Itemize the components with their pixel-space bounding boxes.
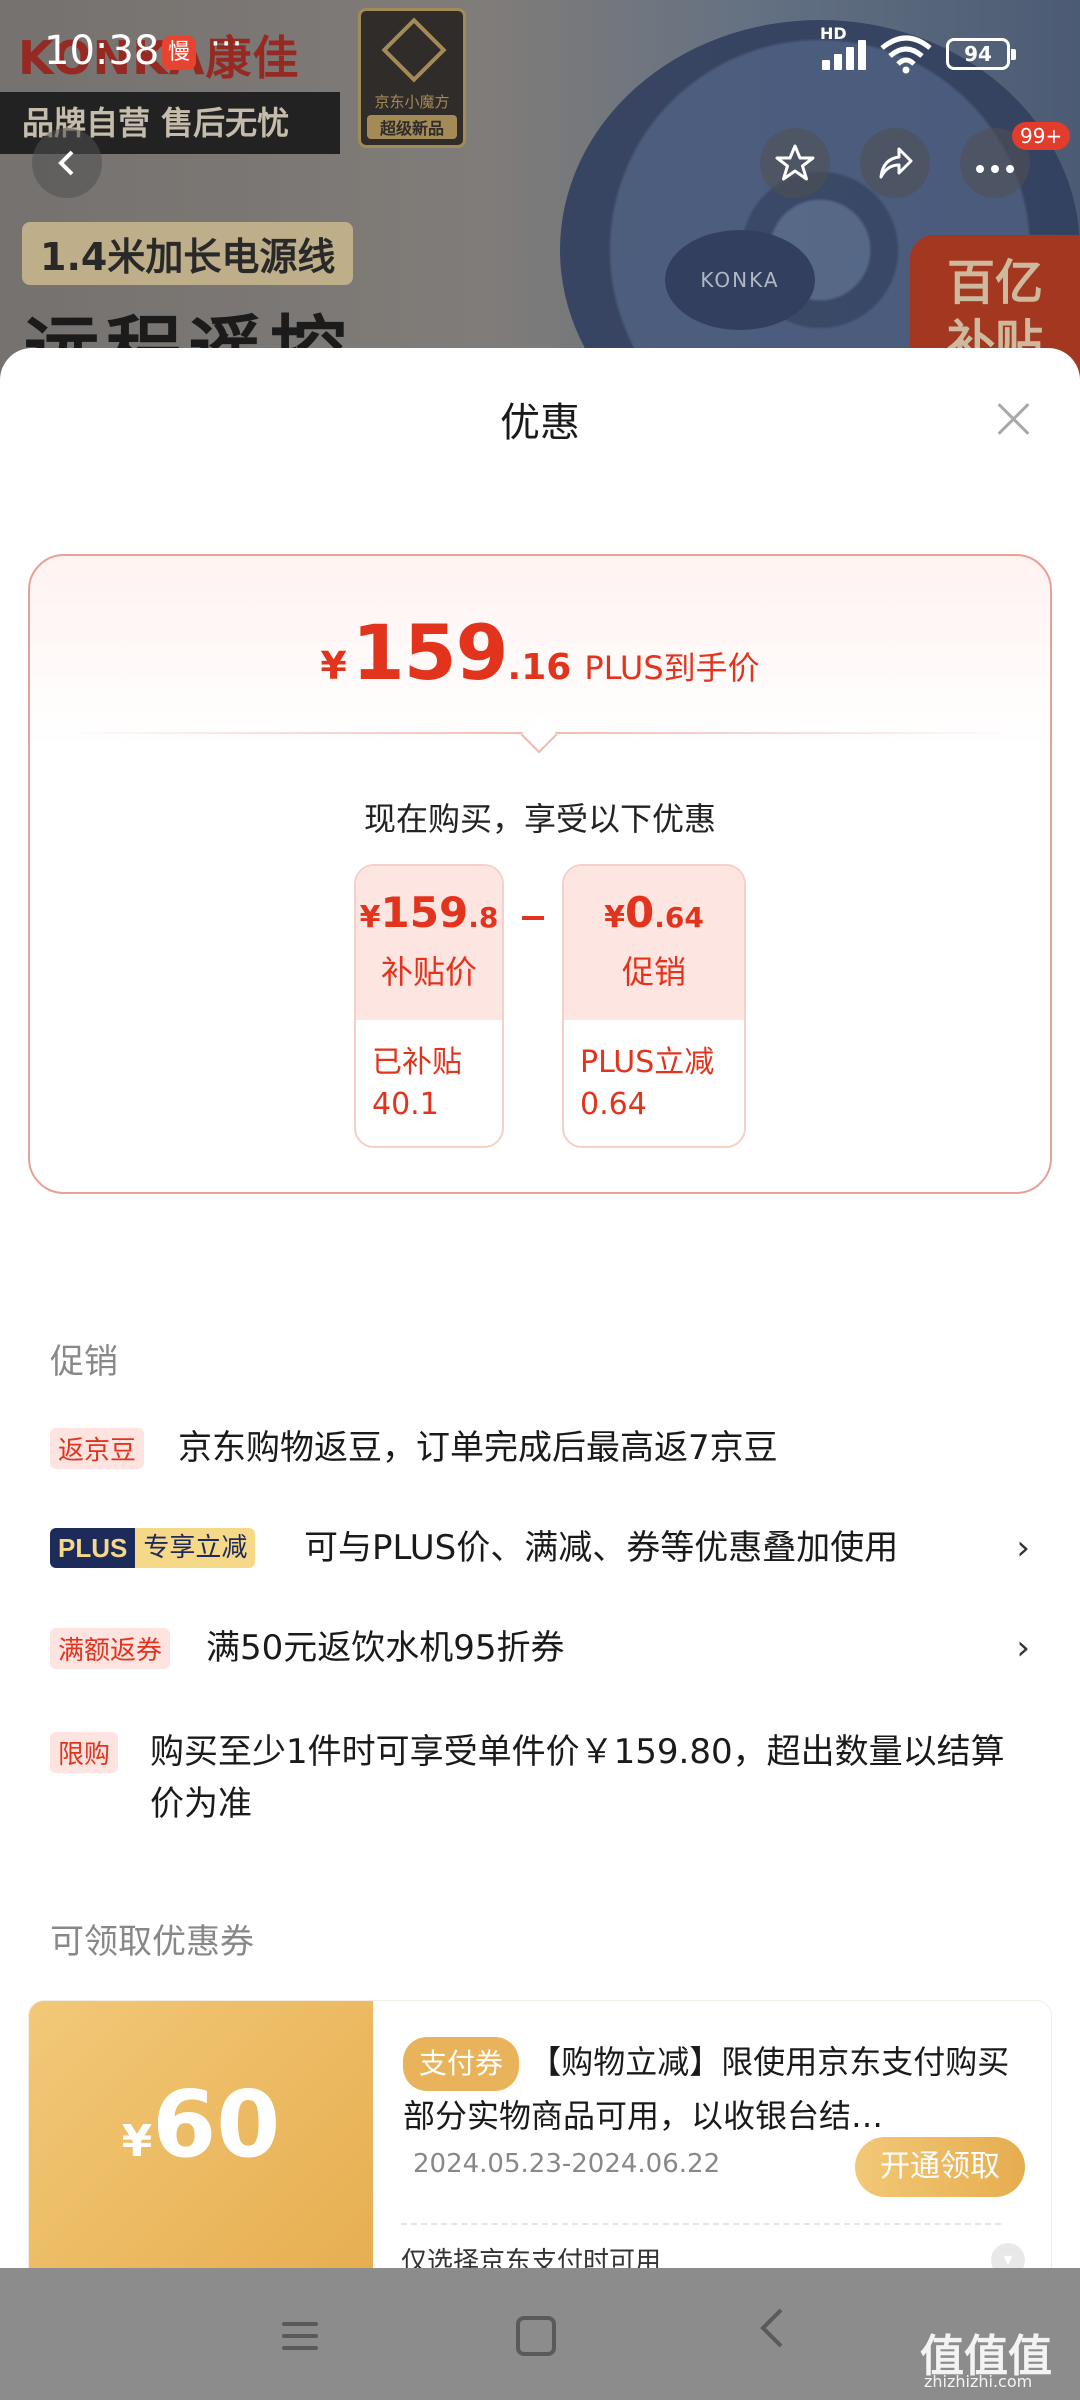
pay-coupon-tag: 支付券: [403, 2037, 520, 2091]
price-integer: 159: [351, 608, 509, 697]
deal-currency: ¥: [604, 900, 626, 935]
star-icon: [775, 144, 815, 181]
favorite-button[interactable]: [760, 128, 830, 198]
price-card: ¥ 159.16 PLUS到手价 现在购买，享受以下优惠 ¥159.8 补贴价 …: [28, 554, 1052, 1194]
discount-sheet: 优惠 ¥ 159.16 PLUS到手价 现在购买，享受以下优惠 ¥159.8 补…: [0, 348, 1080, 2268]
promo-text: 满50元返饮水机95折券: [206, 1628, 565, 1668]
promo-tag: 满额返券: [50, 1628, 171, 1669]
coupon-section-title: 可领取优惠券: [50, 1922, 254, 1962]
claim-coupon-button[interactable]: 开通领取: [855, 2137, 1025, 2197]
price-label: PLUS到手价: [584, 649, 760, 687]
coupon-separator: [401, 2223, 1001, 2225]
clock: 10:38: [44, 28, 160, 74]
more-dots-icon: [976, 165, 1014, 173]
divider-notch: [520, 716, 558, 754]
deal-note: PLUS立减 0.64: [580, 1045, 715, 1122]
chevron-left-icon: [58, 150, 74, 176]
promo-text: 可与PLUS价、满减、券等优惠叠加使用: [304, 1528, 899, 1568]
price-currency: ¥: [320, 644, 347, 688]
deal-label: 补贴价: [380, 953, 477, 991]
deal-value-dec: .64: [654, 901, 704, 934]
menu-icon[interactable]: [270, 2306, 330, 2366]
coupon-card: ¥60 支付券 【购物立减】限使用京东支付购买部分实物商品可用，以收银台结… 2…: [28, 2000, 1052, 2268]
promo-row-jingdou: 返京豆 京东购物返豆，订单完成后最高返7京豆: [50, 1422, 1030, 1474]
plus-label: PLUS: [50, 1528, 136, 1568]
promo-section-title: 促销: [50, 1342, 118, 1382]
more-notifications-icon: ···: [210, 24, 243, 64]
coupon-note: 仅选择京东支付时可用: [401, 2247, 662, 2268]
back-triangle-icon: [760, 2308, 783, 2348]
coupon-amount-panel: ¥60: [29, 2001, 373, 2268]
share-button[interactable]: [860, 128, 930, 198]
coupon-details: 支付券 【购物立减】限使用京东支付购买部分实物商品可用，以收银台结…: [403, 2037, 1033, 2141]
chevron-down-icon[interactable]: ▾: [991, 2243, 1025, 2268]
coupon-currency: ¥: [121, 2116, 153, 2167]
back-nav-button[interactable]: [742, 2306, 802, 2366]
plus-exclusive-tag: PLUS 专享立减: [50, 1528, 256, 1568]
coupon-validity: 2024.05.23-2024.06.22: [413, 2149, 721, 2179]
deal-value-dec: .8: [468, 901, 499, 934]
promo-tag: 返京豆: [50, 1428, 145, 1469]
status-bar: 10:38 慢 ··· HD 94: [0, 0, 1080, 100]
deal-subsidy-price: ¥159.8 补贴价 已补贴 40.1: [354, 864, 504, 1148]
back-button[interactable]: [32, 128, 102, 198]
wifi-icon: [880, 35, 932, 74]
deal-currency: ¥: [359, 900, 381, 935]
battery-icon: 94: [946, 38, 1016, 70]
signal-icon: [822, 38, 872, 70]
plus-final-price: ¥ 159.16 PLUS到手价: [30, 608, 1050, 697]
chevron-right-icon: ›: [1016, 1628, 1030, 1668]
deal-promotion: ¥0.64 促销 PLUS立减 0.64: [562, 864, 746, 1148]
coupon-desc-wrap: 支付券 【购物立减】限使用京东支付购买部分实物商品可用，以收银台结…: [403, 2037, 1033, 2141]
minus-sign: [522, 916, 544, 920]
close-icon[interactable]: [992, 398, 1034, 440]
buy-now-caption: 现在购买，享受以下优惠: [363, 800, 716, 838]
watermark-url: zhizhizhi.com: [924, 2372, 1033, 2391]
promo-text: 购买至少1件时可享受单件价￥159.80，超出数量以结算价为准: [150, 1732, 1005, 1824]
deal-note: 已补贴 40.1: [372, 1045, 462, 1122]
promo-row-coupon-return[interactable]: 满额返券 满50元返饮水机95折券 ›: [50, 1622, 1030, 1674]
deal-value-int: 0: [625, 888, 655, 937]
share-icon: [879, 147, 913, 179]
promo-text: 京东购物返豆，订单完成后最高返7京豆: [178, 1428, 778, 1468]
system-nav-bar: [0, 2268, 1080, 2400]
promo-row-plus[interactable]: PLUS 专享立减 可与PLUS价、满减、券等优惠叠加使用 ›: [50, 1522, 1030, 1574]
deal-value-int: 159: [380, 888, 469, 937]
plus-exclusive-label: 专享立减: [135, 1528, 256, 1568]
chevron-right-icon: ›: [1016, 1528, 1030, 1568]
home-square-icon[interactable]: [516, 2316, 556, 2356]
promo-tag: 限购: [50, 1732, 119, 1773]
message-count-badge: 99+: [1012, 122, 1071, 150]
promo-row-limit: 限购 购买至少1件时可享受单件价￥159.80，超出数量以结算价为准: [50, 1726, 1030, 1836]
deal-label: 促销: [621, 953, 686, 991]
price-decimal: .16: [507, 647, 572, 688]
coupon-amount: 60: [152, 2071, 281, 2178]
sheet-title: 优惠: [500, 400, 580, 446]
notification-icon: 慢: [162, 36, 196, 70]
